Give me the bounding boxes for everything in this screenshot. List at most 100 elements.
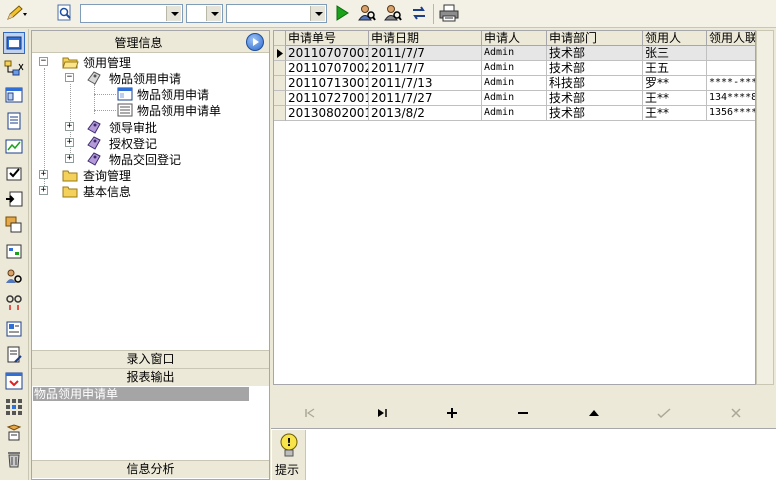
column-header-applicant[interactable]: 申请人	[482, 31, 547, 46]
chevron-down-icon[interactable]	[206, 6, 221, 21]
windows-stack-icon[interactable]	[3, 214, 25, 236]
cell-applicant[interactable]: Admin	[482, 91, 547, 106]
cell-request-date[interactable]: 2011/7/27	[369, 91, 482, 106]
key-tag-icon	[87, 136, 101, 150]
chart-monitor-icon[interactable]	[3, 136, 25, 158]
table-row[interactable]: 20130802001 2013/8/2 Admin 技术部 王** 1356*…	[274, 106, 755, 121]
cell-applicant[interactable]: Admin	[482, 46, 547, 61]
last-record-icon[interactable]	[369, 403, 395, 423]
stamp-tools-icon[interactable]	[3, 422, 25, 444]
tree-expander[interactable]: +	[39, 186, 48, 195]
table-row[interactable]: 20110707002 2011/7/7 Admin 技术部 王五	[274, 61, 755, 76]
cell-department[interactable]: 技术部	[547, 46, 643, 61]
find-next-icon[interactable]	[382, 3, 404, 23]
section-entry-window[interactable]: 录入窗口	[32, 350, 269, 368]
settings-form-icon[interactable]	[3, 240, 25, 262]
find-user-icon[interactable]	[356, 3, 378, 23]
cell-request-date[interactable]: 2011/7/7	[369, 46, 482, 61]
hint-panel: ! 提示	[271, 428, 776, 480]
cell-recipient[interactable]: 张三	[643, 46, 707, 61]
hint-tab[interactable]: ! 提示	[272, 430, 306, 480]
column-header-request-no[interactable]: 申请单号	[286, 31, 369, 46]
tree-expander[interactable]: +	[39, 170, 48, 179]
column-header-department[interactable]: 申请部门	[547, 31, 643, 46]
cell-recipient-contact[interactable]	[707, 61, 755, 76]
cell-department[interactable]: 技术部	[547, 106, 643, 121]
tree-expander[interactable]: −	[65, 73, 74, 82]
report-grid-icon[interactable]	[3, 318, 25, 340]
section-info-analysis[interactable]: 信息分析	[32, 460, 269, 478]
hint-label: 提示	[275, 463, 300, 477]
grid-tiles-icon[interactable]	[3, 396, 25, 418]
cell-recipient[interactable]: 罗**	[643, 76, 707, 91]
section-report-output[interactable]: 报表输出	[32, 368, 269, 386]
chevron-down-icon[interactable]	[310, 6, 325, 21]
tree-expander[interactable]: −	[39, 57, 48, 66]
tree-connector	[94, 110, 116, 111]
tree-expander[interactable]: +	[65, 154, 74, 163]
cell-recipient-contact[interactable]: ****-******	[707, 76, 755, 91]
table-row[interactable]: 20110727001 2011/7/27 Admin 技术部 王** 134*…	[274, 91, 755, 106]
preview-search-icon[interactable]	[54, 3, 76, 23]
cell-request-no[interactable]: 20110727001	[286, 91, 369, 106]
printer-icon[interactable]	[437, 3, 461, 23]
cell-recipient[interactable]: 王**	[643, 106, 707, 121]
column-header-recipient-contact[interactable]: 领用人联系	[707, 31, 755, 46]
cell-request-date[interactable]: 2013/8/2	[369, 106, 482, 121]
cell-applicant[interactable]: Admin	[482, 61, 547, 76]
link-chain-icon[interactable]	[3, 292, 25, 314]
edit-record-icon[interactable]	[581, 403, 607, 423]
cell-request-date[interactable]: 2011/7/13	[369, 76, 482, 91]
table-row[interactable]: 20110707001 2011/7/7 Admin 技术部 张三	[274, 46, 755, 61]
cell-request-date[interactable]: 2011/7/7	[369, 61, 482, 76]
cell-request-no[interactable]: 20110707001	[286, 46, 369, 61]
table-row[interactable]: 20110713001 2011/7/13 Admin 科技部 罗** ****…	[274, 76, 755, 91]
tree-panel-header: 管理信息	[32, 31, 269, 53]
add-record-icon[interactable]	[439, 403, 465, 423]
cell-applicant[interactable]: Admin	[482, 106, 547, 121]
combo-box-3[interactable]	[226, 4, 327, 23]
document-edit-icon[interactable]	[3, 344, 25, 366]
first-record-icon[interactable]	[297, 403, 323, 423]
combo-box-2[interactable]	[186, 4, 223, 23]
chevron-down-icon[interactable]	[166, 6, 181, 21]
form-window-icon[interactable]	[3, 84, 25, 106]
tree-expander[interactable]: +	[65, 122, 74, 131]
cell-request-no[interactable]: 20110707002	[286, 61, 369, 76]
run-play-icon[interactable]	[332, 3, 352, 23]
cell-department[interactable]: 技术部	[547, 61, 643, 76]
cell-department[interactable]: 科技部	[547, 76, 643, 91]
approval-check-icon[interactable]	[3, 162, 25, 184]
grid-vertical-scrollbar[interactable]	[756, 30, 774, 385]
cancel-record-icon[interactable]	[723, 403, 749, 423]
network-tree-icon[interactable]	[3, 58, 25, 80]
post-record-icon[interactable]	[651, 403, 677, 423]
cell-request-no[interactable]: 20130802001	[286, 106, 369, 121]
document-list-icon[interactable]	[3, 110, 25, 132]
column-header-request-date[interactable]: 申请日期	[369, 31, 482, 46]
cell-recipient-contact[interactable]: 134****853	[707, 91, 755, 106]
window-icon[interactable]	[3, 32, 25, 54]
tree-expander[interactable]: +	[65, 138, 74, 147]
export-arrow-icon[interactable]	[3, 188, 25, 210]
trash-bin-icon[interactable]	[3, 448, 25, 470]
cell-recipient[interactable]: 王五	[643, 61, 707, 76]
delete-record-icon[interactable]	[510, 403, 536, 423]
cell-recipient-contact[interactable]: 1356*******	[707, 106, 755, 121]
refresh-arrows-icon[interactable]	[408, 3, 430, 23]
import-window-icon[interactable]	[3, 370, 25, 392]
combo-box-1[interactable]	[80, 4, 183, 23]
report-sheet-icon	[117, 103, 133, 117]
collapse-arrow-icon[interactable]	[246, 33, 264, 51]
folder-icon	[62, 170, 78, 182]
cell-recipient[interactable]: 王**	[643, 91, 707, 106]
report-item-selected[interactable]: 物品领用申请单	[33, 387, 249, 401]
cell-applicant[interactable]: Admin	[482, 76, 547, 91]
pencil-icon[interactable]	[4, 3, 28, 23]
column-header-recipient[interactable]: 领用人	[643, 31, 707, 46]
user-search-icon[interactable]	[3, 266, 25, 288]
cell-request-no[interactable]: 20110713001	[286, 76, 369, 91]
form-window-icon	[117, 87, 133, 101]
cell-recipient-contact[interactable]	[707, 46, 755, 61]
cell-department[interactable]: 技术部	[547, 91, 643, 106]
